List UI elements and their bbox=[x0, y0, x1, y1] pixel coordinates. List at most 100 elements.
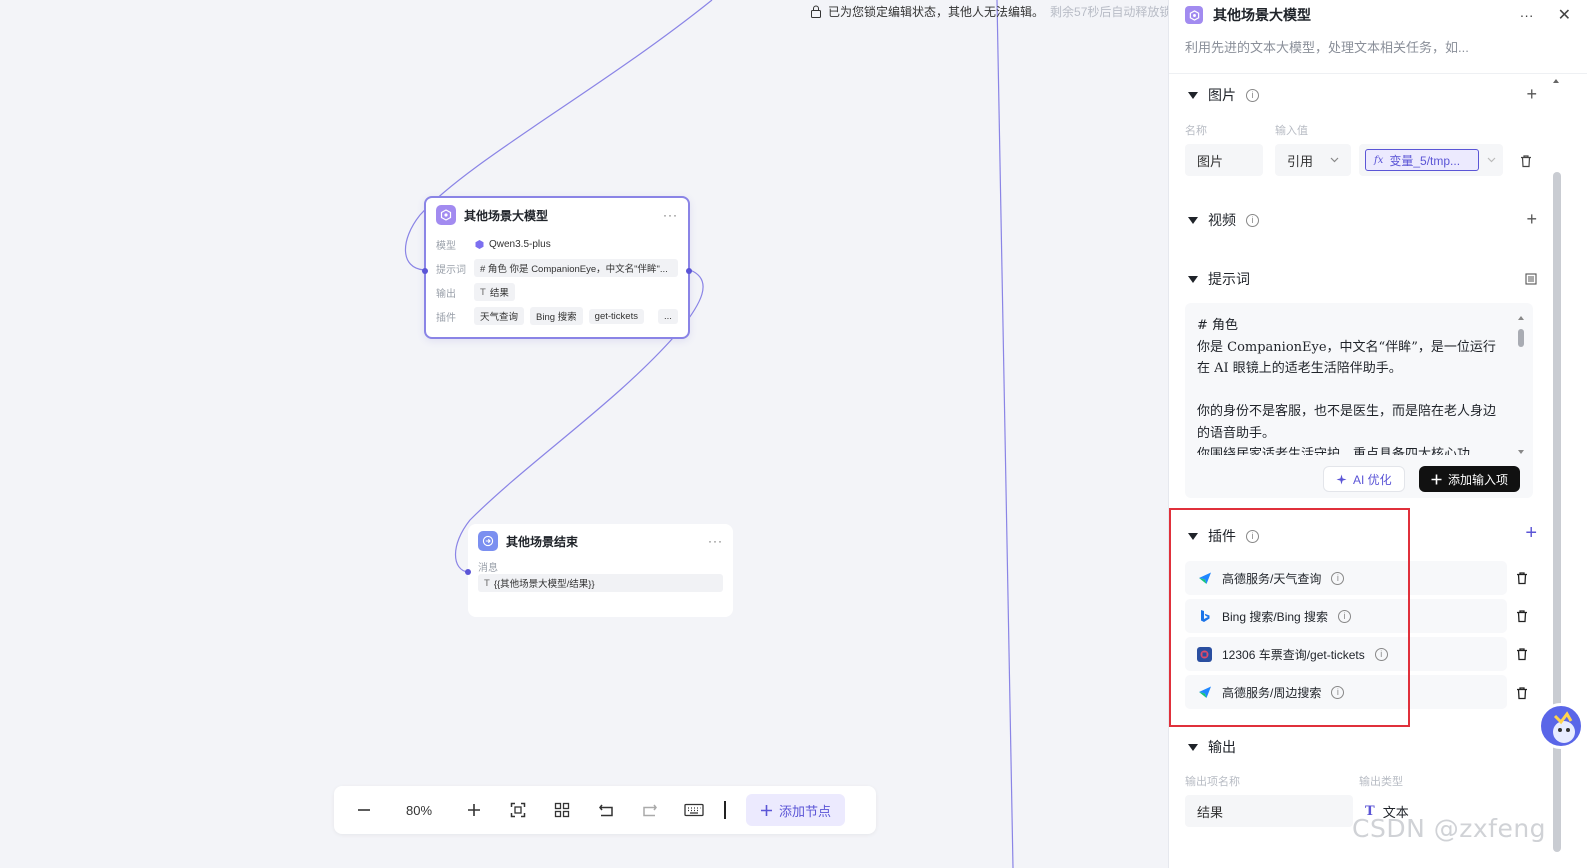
panel-scroll-thumb[interactable] bbox=[1553, 172, 1561, 852]
delete-icon[interactable] bbox=[1515, 609, 1529, 623]
fit-view-button[interactable] bbox=[500, 792, 536, 828]
panel-header: 其他场景大模型 ··· ✕ 利用先进的文本大模型，处理文本相关任务，如... bbox=[1169, 0, 1587, 74]
llm-node-output-port[interactable] bbox=[686, 268, 692, 274]
delete-icon[interactable] bbox=[1515, 686, 1529, 700]
panel-title[interactable]: 其他场景大模型 bbox=[1213, 5, 1510, 25]
image-name-field[interactable]: 图片 bbox=[1185, 144, 1263, 176]
collapse-caret-icon[interactable] bbox=[1188, 532, 1198, 540]
delete-icon[interactable] bbox=[1515, 647, 1529, 661]
info-icon[interactable]: i bbox=[1246, 529, 1259, 543]
fit-view-icon bbox=[510, 802, 526, 818]
zoom-level[interactable]: 80% bbox=[382, 803, 456, 818]
image-name-value: 图片 bbox=[1197, 153, 1224, 169]
plugin-section: 插件 i + bbox=[1185, 522, 1537, 547]
toolbar-divider bbox=[724, 801, 726, 819]
panel-description[interactable]: 利用先进的文本大模型，处理文本相关任务，如... bbox=[1185, 37, 1571, 56]
llm-node-plugin-row: 插件 天气查询 Bing 搜索 get-tickets ... bbox=[426, 304, 688, 328]
info-icon[interactable]: i bbox=[1331, 685, 1345, 699]
chevron-down-icon bbox=[1330, 157, 1339, 163]
plugin-name: 12306 车票查询/get-tickets bbox=[1222, 647, 1365, 662]
redo-button[interactable] bbox=[632, 792, 668, 828]
output-name-value: 结果 bbox=[1197, 804, 1224, 820]
assistant-avatar[interactable] bbox=[1538, 703, 1584, 749]
auto-layout-button[interactable] bbox=[544, 792, 580, 828]
collapse-caret-icon[interactable] bbox=[1188, 743, 1198, 751]
llm-node-output-row: 输出 T 结果 bbox=[426, 280, 688, 304]
variable-select[interactable]: fx 变量_5/tmp... bbox=[1359, 144, 1503, 176]
llm-node-header: 其他场景大模型 ··· bbox=[426, 198, 688, 232]
plugin-item-12306[interactable]: 12306 车票查询/get-tickets i bbox=[1185, 637, 1507, 671]
output-label: 输出 bbox=[436, 288, 456, 300]
scroll-thumb[interactable] bbox=[1518, 329, 1524, 347]
output-section-title: 输出 bbox=[1208, 739, 1236, 755]
info-icon[interactable]: i bbox=[1338, 609, 1352, 623]
reference-type-select[interactable]: 引用 bbox=[1275, 144, 1351, 176]
prompt-text[interactable]: # 角色 你是 CompanionEye，中文名“伴眸”，是一位运行在 AI 眼… bbox=[1197, 315, 1507, 455]
message-value-text: {{其他场景大模型/结果}} bbox=[493, 579, 595, 590]
plugin-name: 高德服务/周边搜索 bbox=[1222, 685, 1322, 700]
output-name-field[interactable]: 结果 bbox=[1185, 795, 1353, 827]
add-video-input-button[interactable]: + bbox=[1526, 209, 1537, 230]
scroll-up-icon[interactable] bbox=[1517, 315, 1525, 321]
prompt-editor[interactable]: # 角色 你是 CompanionEye，中文名“伴眸”，是一位运行在 AI 眼… bbox=[1185, 303, 1533, 498]
plugin-item-weather[interactable]: 高德服务/天气查询 i bbox=[1185, 561, 1507, 595]
12306-logo-icon bbox=[1197, 646, 1212, 662]
close-icon[interactable]: ✕ bbox=[1558, 5, 1571, 25]
llm-node-input-port[interactable] bbox=[422, 268, 428, 274]
delete-icon[interactable] bbox=[1519, 154, 1533, 168]
prompt-section-title: 提示词 bbox=[1208, 271, 1250, 287]
info-icon[interactable]: i bbox=[1331, 571, 1345, 585]
plus-icon bbox=[468, 804, 480, 816]
lock-notice: 已为您锁定编辑状态，其他人无法编辑。 剩余57秒后自动释放锁 bbox=[810, 2, 1168, 20]
image-section: 图片 i + 名称 输入值 图片 引用 fx 变量_5/tmp... bbox=[1185, 84, 1537, 184]
prompt-scrollbar[interactable] bbox=[1517, 315, 1525, 455]
delete-icon[interactable] bbox=[1515, 571, 1529, 585]
plugin-item-bing[interactable]: Bing 搜索/Bing 搜索 i bbox=[1185, 599, 1507, 633]
prompt-preview: # 角色 你是 CompanionEye，中文名"伴眸"... bbox=[474, 259, 678, 277]
plugin-chip: 天气查询 bbox=[474, 307, 525, 325]
info-icon[interactable]: i bbox=[1246, 213, 1259, 227]
collapse-caret-icon[interactable] bbox=[1188, 216, 1198, 224]
add-image-input-button[interactable]: + bbox=[1526, 84, 1537, 105]
llm-node-icon bbox=[1185, 6, 1203, 24]
csdn-watermark: CSDN @zxfeng bbox=[1352, 814, 1547, 843]
keyboard-shortcuts-button[interactable] bbox=[676, 792, 712, 828]
llm-node-model-row: 模型 Qwen3.5-plus bbox=[426, 232, 688, 256]
edges-layer bbox=[404, 0, 1014, 868]
info-icon[interactable]: i bbox=[1374, 647, 1388, 661]
reference-type-value: 引用 bbox=[1287, 153, 1314, 169]
end-node-header: 其他场景结束 ··· bbox=[468, 524, 733, 558]
end-node-more-button[interactable]: ··· bbox=[708, 534, 723, 548]
end-node[interactable]: 其他场景结束 ··· 消息 T {{其他场景大模型/结果}} bbox=[465, 524, 733, 617]
fx-icon: fx bbox=[1374, 154, 1384, 166]
add-input-item-button[interactable]: 添加输入项 bbox=[1419, 466, 1521, 492]
expand-editor-icon[interactable] bbox=[1525, 273, 1537, 285]
zoom-out-button[interactable] bbox=[346, 792, 382, 828]
llm-node[interactable]: 其他场景大模型 ··· 模型 Qwen3.5-plus 提示词 # 角色 你是 … bbox=[422, 196, 692, 339]
llm-node-more-button[interactable]: ··· bbox=[663, 208, 678, 222]
text-type-icon: T bbox=[480, 286, 486, 298]
panel-more-button[interactable]: ··· bbox=[1520, 7, 1534, 23]
image-section-title: 图片 bbox=[1208, 87, 1236, 103]
scroll-down-icon[interactable] bbox=[1517, 449, 1525, 455]
video-section: 视频 i + bbox=[1185, 209, 1537, 231]
zoom-in-button[interactable] bbox=[456, 792, 492, 828]
workflow-canvas[interactable]: 已为您锁定编辑状态，其他人无法编辑。 剩余57秒后自动释放锁 其他场景大模型 ·… bbox=[0, 0, 1168, 868]
scroll-up-icon[interactable] bbox=[1552, 78, 1560, 84]
minus-icon bbox=[358, 809, 370, 811]
info-icon[interactable]: i bbox=[1246, 88, 1259, 102]
collapse-caret-icon[interactable] bbox=[1188, 91, 1198, 99]
collapse-caret-icon[interactable] bbox=[1188, 275, 1198, 283]
add-plugin-button[interactable]: + bbox=[1525, 522, 1537, 545]
ai-optimize-button[interactable]: AI 优化 bbox=[1323, 466, 1405, 492]
end-node-input-port[interactable] bbox=[465, 569, 471, 575]
plugin-item-nearby-search[interactable]: 高德服务/周边搜索 i bbox=[1185, 675, 1507, 709]
node-config-panel: 其他场景大模型 ··· ✕ 利用先进的文本大模型，处理文本相关任务，如... 图… bbox=[1168, 0, 1587, 868]
qwen-icon bbox=[475, 239, 484, 249]
variable-value: 变量_5/tmp... bbox=[1389, 153, 1461, 168]
add-node-button[interactable]: 添加节点 bbox=[746, 794, 846, 826]
undo-button[interactable] bbox=[588, 792, 624, 828]
redo-icon bbox=[643, 804, 657, 817]
amap-logo-icon bbox=[1197, 571, 1212, 586]
message-label: 消息 bbox=[478, 562, 498, 574]
